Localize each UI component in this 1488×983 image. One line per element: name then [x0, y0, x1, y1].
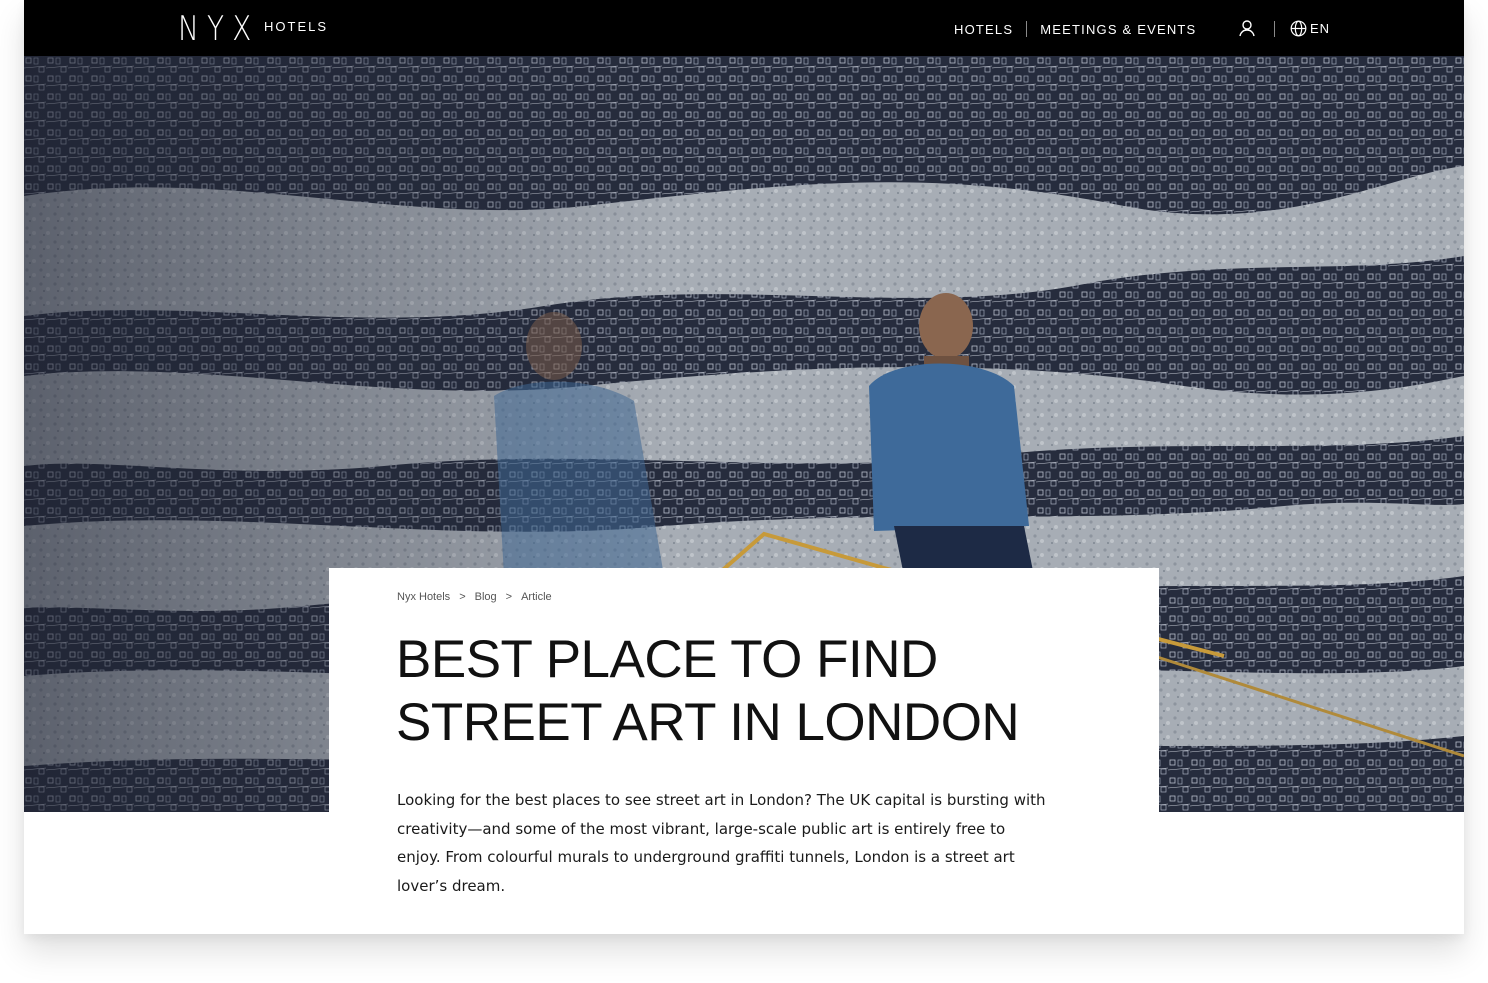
util-divider — [1274, 21, 1275, 37]
breadcrumb: Nyx Hotels > Blog > Article — [397, 591, 552, 603]
breadcrumb-blog[interactable]: Blog — [475, 591, 497, 603]
language-label: EN — [1310, 21, 1331, 36]
main-nav: HOTELS MEETINGS & EVENTS — [954, 21, 1196, 37]
browser-frame: NYX HOTELS HOTELS MEETINGS & EVENTS EN N… — [24, 0, 1464, 934]
article-title: BEST PLACE TO FIND STREET ART IN LONDON — [396, 630, 1020, 752]
article-card: Nyx Hotels > Blog > Article BEST PLACE T… — [329, 568, 1159, 934]
breadcrumb-separator: > — [505, 591, 513, 603]
nyx-logo[interactable]: NYX HOTELS — [178, 9, 326, 49]
site-header: NYX HOTELS HOTELS MEETINGS & EVENTS EN — [24, 0, 1464, 56]
nav-meetings-events[interactable]: MEETINGS & EVENTS — [1040, 22, 1196, 37]
logo-subtitle: HOTELS — [264, 19, 329, 34]
nav-hotels[interactable]: HOTELS — [954, 22, 1013, 37]
article-intro: Looking for the best places to see stree… — [397, 791, 1046, 895]
logo-mark: NYX — [178, 9, 260, 49]
nav-divider — [1026, 21, 1028, 37]
language-selector[interactable]: EN — [1290, 20, 1330, 37]
breadcrumb-home[interactable]: Nyx Hotels — [397, 591, 450, 603]
breadcrumb-current: Article — [521, 591, 552, 603]
globe-icon — [1290, 20, 1307, 37]
breadcrumb-separator: > — [459, 591, 466, 603]
user-icon[interactable] — [1238, 19, 1256, 37]
